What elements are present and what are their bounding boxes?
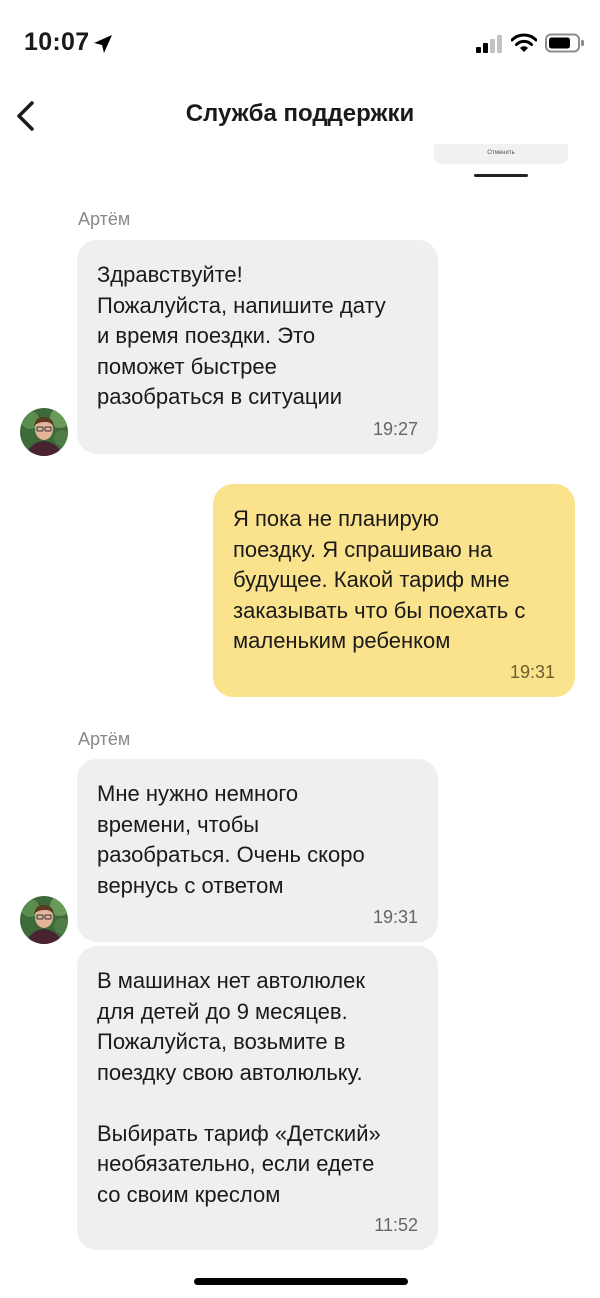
- avatar[interactable]: [20, 896, 68, 944]
- status-time: 10:07: [24, 28, 90, 56]
- previous-attachment-caption: Отменить: [487, 150, 515, 156]
- message-text: Здравствуйте! Пожалуйста, напишите дату …: [97, 262, 386, 409]
- sender-name: Артём: [78, 729, 131, 749]
- cellular-signal-icon: [476, 35, 502, 53]
- message-text: В машинах нет автолюлек для детей до 9 м…: [97, 968, 381, 1207]
- agent-photo: [20, 896, 68, 944]
- message-time: 11:52: [374, 1215, 418, 1235]
- message-bubble-incoming[interactable]: Мне нужно немного времени, чтобы разобра…: [77, 759, 438, 942]
- message-text: Я пока не планирую поездку. Я спрашиваю …: [233, 506, 526, 653]
- previous-attachment-underline: [474, 174, 528, 177]
- message-time: 19:31: [509, 662, 555, 682]
- home-indicator[interactable]: [194, 1278, 408, 1285]
- message-bubble-incoming[interactable]: Здравствуйте! Пожалуйста, напишите дату …: [77, 240, 438, 454]
- message-time: 19:27: [372, 419, 418, 439]
- message-text: Мне нужно немного времени, чтобы разобра…: [97, 781, 365, 898]
- battery-icon: [545, 33, 584, 53]
- navigation-bar: Служба поддержки: [0, 88, 600, 144]
- sender-name: Артём: [78, 209, 131, 229]
- avatar[interactable]: [20, 408, 68, 456]
- message-time: 19:31: [372, 907, 418, 927]
- location-arrow-icon: [94, 35, 112, 53]
- agent-photo: [20, 408, 68, 456]
- page-title: Служба поддержки: [185, 100, 415, 127]
- wifi-icon: [511, 33, 537, 52]
- message-bubble-outgoing[interactable]: Я пока не планирую поездку. Я спрашиваю …: [213, 484, 575, 697]
- previous-attachment-card[interactable]: Отменить: [434, 144, 568, 164]
- status-bar: 10:07: [0, 0, 600, 88]
- message-bubble-incoming[interactable]: В машинах нет автолюлек для детей до 9 м…: [77, 946, 438, 1250]
